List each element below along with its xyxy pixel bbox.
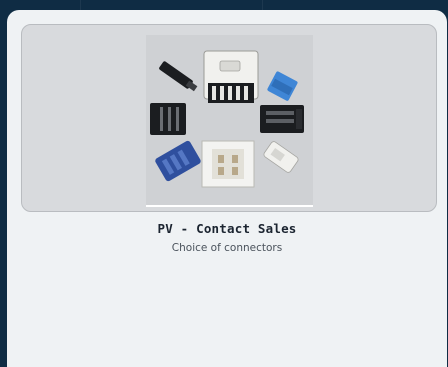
card-title[interactable]: PV - Contact Sales bbox=[7, 221, 447, 236]
navy-connector-icon bbox=[155, 140, 201, 182]
card-subtitle: Choice of connectors bbox=[171, 242, 283, 254]
product-card[interactable]: PV - Contact Sales Choice of connectors bbox=[7, 10, 447, 367]
page: PV - Contact Sales Choice of connectors bbox=[0, 0, 448, 367]
white-small-connector-icon bbox=[263, 141, 299, 173]
black-plug-icon bbox=[159, 61, 198, 92]
product-image-frame[interactable] bbox=[21, 24, 437, 212]
blue-connector-icon bbox=[267, 71, 298, 101]
product-image bbox=[146, 35, 313, 207]
white-distributor-icon bbox=[201, 140, 255, 188]
connectors-illustration bbox=[150, 50, 304, 188]
white-connector-icon bbox=[203, 50, 259, 103]
black-connector-left-icon bbox=[150, 103, 186, 135]
black-connector-right-icon bbox=[260, 105, 304, 133]
